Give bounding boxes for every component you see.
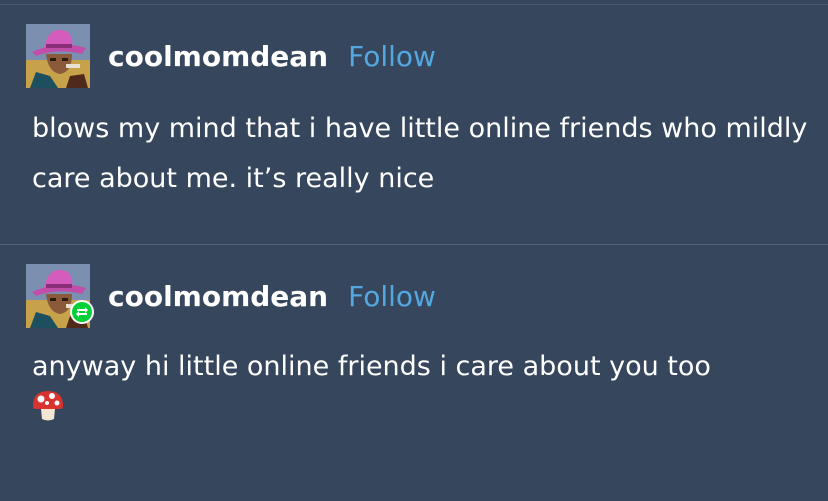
post-header: coolmomdean Follow — [26, 264, 436, 328]
post-text: blows my mind that i have little online … — [32, 113, 808, 194]
reblog-icon — [72, 302, 92, 322]
top-divider — [0, 4, 828, 5]
avatar[interactable] — [26, 24, 90, 88]
follow-button[interactable]: Follow — [348, 40, 436, 73]
avatar[interactable] — [26, 264, 94, 328]
post-divider — [0, 244, 828, 245]
username[interactable]: coolmomdean — [108, 280, 328, 313]
follow-button[interactable]: Follow — [348, 280, 436, 313]
cowboy-avatar-icon — [26, 24, 90, 88]
username[interactable]: coolmomdean — [108, 40, 328, 73]
post-header: coolmomdean Follow — [26, 24, 436, 88]
reblog-badge — [70, 300, 94, 324]
post-text: anyway hi little online friends i care a… — [32, 351, 711, 382]
mushroom-icon — [30, 388, 66, 424]
